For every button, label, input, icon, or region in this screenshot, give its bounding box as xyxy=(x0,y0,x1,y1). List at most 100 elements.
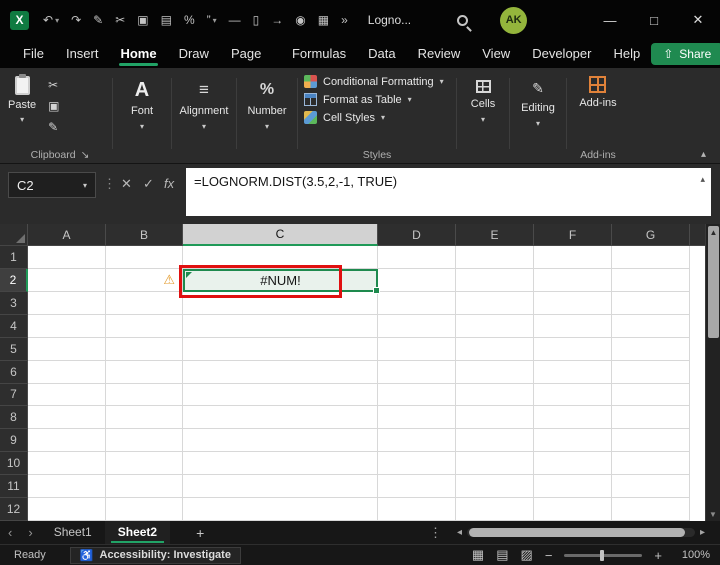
name-box[interactable]: C2 ▾ xyxy=(8,172,96,198)
undo-button[interactable]: ↶ ▾ xyxy=(43,13,59,27)
tab-developer[interactable]: Developer xyxy=(521,40,602,68)
tab-page-layout[interactable]: Page Layout xyxy=(220,40,281,89)
normal-view-button[interactable]: ▦ xyxy=(472,547,484,563)
conditional-formatting-button[interactable]: Conditional Formatting ▾ xyxy=(304,75,444,88)
format-as-table-button[interactable]: Format as Table ▾ xyxy=(304,93,444,106)
cell-G11[interactable] xyxy=(612,475,690,499)
cell-B4[interactable] xyxy=(106,314,183,338)
cell-C7[interactable] xyxy=(183,383,378,407)
format-painter-button[interactable]: ✎ xyxy=(48,120,59,134)
cell-F7[interactable] xyxy=(534,383,612,407)
tab-help[interactable]: Help xyxy=(602,40,651,68)
cell-B11[interactable] xyxy=(106,475,183,499)
zoom-out-button[interactable]: − xyxy=(545,548,553,563)
hscroll-left-icon[interactable]: ◂ xyxy=(452,527,467,538)
addins-button[interactable]: Add-ins xyxy=(579,76,617,146)
page-break-view-button[interactable]: ▨ xyxy=(521,547,533,563)
tab-review[interactable]: Review xyxy=(407,40,472,68)
cell-B8[interactable] xyxy=(106,406,183,430)
new-document-icon[interactable]: ▯ xyxy=(253,13,260,27)
cell-F11[interactable] xyxy=(534,475,612,499)
enter-icon[interactable]: ✓ xyxy=(143,176,154,192)
row-header-8[interactable]: 8 xyxy=(0,406,28,430)
cell-A7[interactable] xyxy=(28,383,106,407)
cell-G4[interactable] xyxy=(612,314,690,338)
cell-B5[interactable] xyxy=(106,337,183,361)
column-header-B[interactable]: B xyxy=(106,224,183,246)
zoom-in-button[interactable]: + xyxy=(654,548,662,563)
cell-F2[interactable] xyxy=(534,268,612,292)
cell-D4[interactable] xyxy=(378,314,456,338)
row-header-9[interactable]: 9 xyxy=(0,429,28,453)
cell-B3[interactable] xyxy=(106,291,183,315)
cell-F8[interactable] xyxy=(534,406,612,430)
cell-B6[interactable] xyxy=(106,360,183,384)
cell-G12[interactable] xyxy=(612,498,690,522)
cell-C9[interactable] xyxy=(183,429,378,453)
cells-button[interactable]: Cells ▾ xyxy=(457,68,509,163)
cell-E9[interactable] xyxy=(456,429,534,453)
sheet-bar-overflow-icon[interactable]: ⋮ xyxy=(419,525,452,541)
scroll-down-icon[interactable]: ▼ xyxy=(709,510,717,519)
cell-D7[interactable] xyxy=(378,383,456,407)
add-sheet-button[interactable]: + xyxy=(170,525,230,541)
cell-F9[interactable] xyxy=(534,429,612,453)
cell-B2[interactable]: ⚠ xyxy=(106,268,183,292)
percent-style-icon[interactable]: % xyxy=(184,13,195,27)
select-all-corner[interactable] xyxy=(0,224,28,246)
tab-view[interactable]: View xyxy=(471,40,521,68)
cell-G5[interactable] xyxy=(612,337,690,361)
cell-B10[interactable] xyxy=(106,452,183,476)
border-icon[interactable]: — xyxy=(229,13,241,27)
zoom-slider-thumb[interactable] xyxy=(600,549,605,561)
tab-file[interactable]: File xyxy=(12,40,55,68)
cell-E8[interactable] xyxy=(456,406,534,430)
row-header-3[interactable]: 3 xyxy=(0,291,28,315)
column-header-F[interactable]: F xyxy=(534,224,612,246)
cell-B7[interactable] xyxy=(106,383,183,407)
cell-E7[interactable] xyxy=(456,383,534,407)
maximize-button[interactable]: □ xyxy=(632,0,676,40)
format-painter-icon[interactable]: ✎ xyxy=(93,13,103,27)
cell-F6[interactable] xyxy=(534,360,612,384)
sheet-nav-next-icon[interactable]: › xyxy=(20,525,40,540)
scroll-up-icon[interactable]: ▲ xyxy=(710,228,718,237)
row-header-2[interactable]: 2 xyxy=(0,268,28,292)
cell-C10[interactable] xyxy=(183,452,378,476)
horizontal-scrollbar[interactable] xyxy=(466,528,695,537)
cell-G6[interactable] xyxy=(612,360,690,384)
collapse-ribbon-button[interactable]: ▴ xyxy=(701,149,706,160)
cell-A12[interactable] xyxy=(28,498,106,522)
cell-E6[interactable] xyxy=(456,360,534,384)
cell-C8[interactable] xyxy=(183,406,378,430)
column-header-A[interactable]: A xyxy=(28,224,106,246)
column-header-D[interactable]: D xyxy=(378,224,456,246)
sheet-tab-sheet1[interactable]: Sheet1 xyxy=(41,521,105,544)
cell-F12[interactable] xyxy=(534,498,612,522)
cell-A3[interactable] xyxy=(28,291,106,315)
cell-D12[interactable] xyxy=(378,498,456,522)
cell-G9[interactable] xyxy=(612,429,690,453)
cell-F1[interactable] xyxy=(534,246,612,269)
paste-icon[interactable]: ▣ xyxy=(137,13,148,27)
cell-A9[interactable] xyxy=(28,429,106,453)
cell-C5[interactable] xyxy=(183,337,378,361)
tab-insert[interactable]: Insert xyxy=(55,40,110,68)
cell-B9[interactable] xyxy=(106,429,183,453)
cell-E10[interactable] xyxy=(456,452,534,476)
cell-E3[interactable] xyxy=(456,291,534,315)
font-button[interactable]: A Font ▾ xyxy=(113,68,171,163)
redo-button[interactable]: ↷ xyxy=(71,13,81,27)
cell-G2[interactable] xyxy=(612,268,690,292)
table-icon[interactable]: ▦ xyxy=(318,13,329,27)
cell-G1[interactable] xyxy=(612,246,690,269)
cell-A2[interactable] xyxy=(28,268,106,292)
share-button[interactable]: ⇧ Share xyxy=(651,43,720,65)
cell-D6[interactable] xyxy=(378,360,456,384)
vertical-scrollbar[interactable]: ▲ ▼ xyxy=(705,224,720,521)
cell-A5[interactable] xyxy=(28,337,106,361)
cell-D2[interactable] xyxy=(378,268,456,292)
cell-E12[interactable] xyxy=(456,498,534,522)
paste-button[interactable]: Paste ▾ xyxy=(8,74,36,146)
cell-A6[interactable] xyxy=(28,360,106,384)
